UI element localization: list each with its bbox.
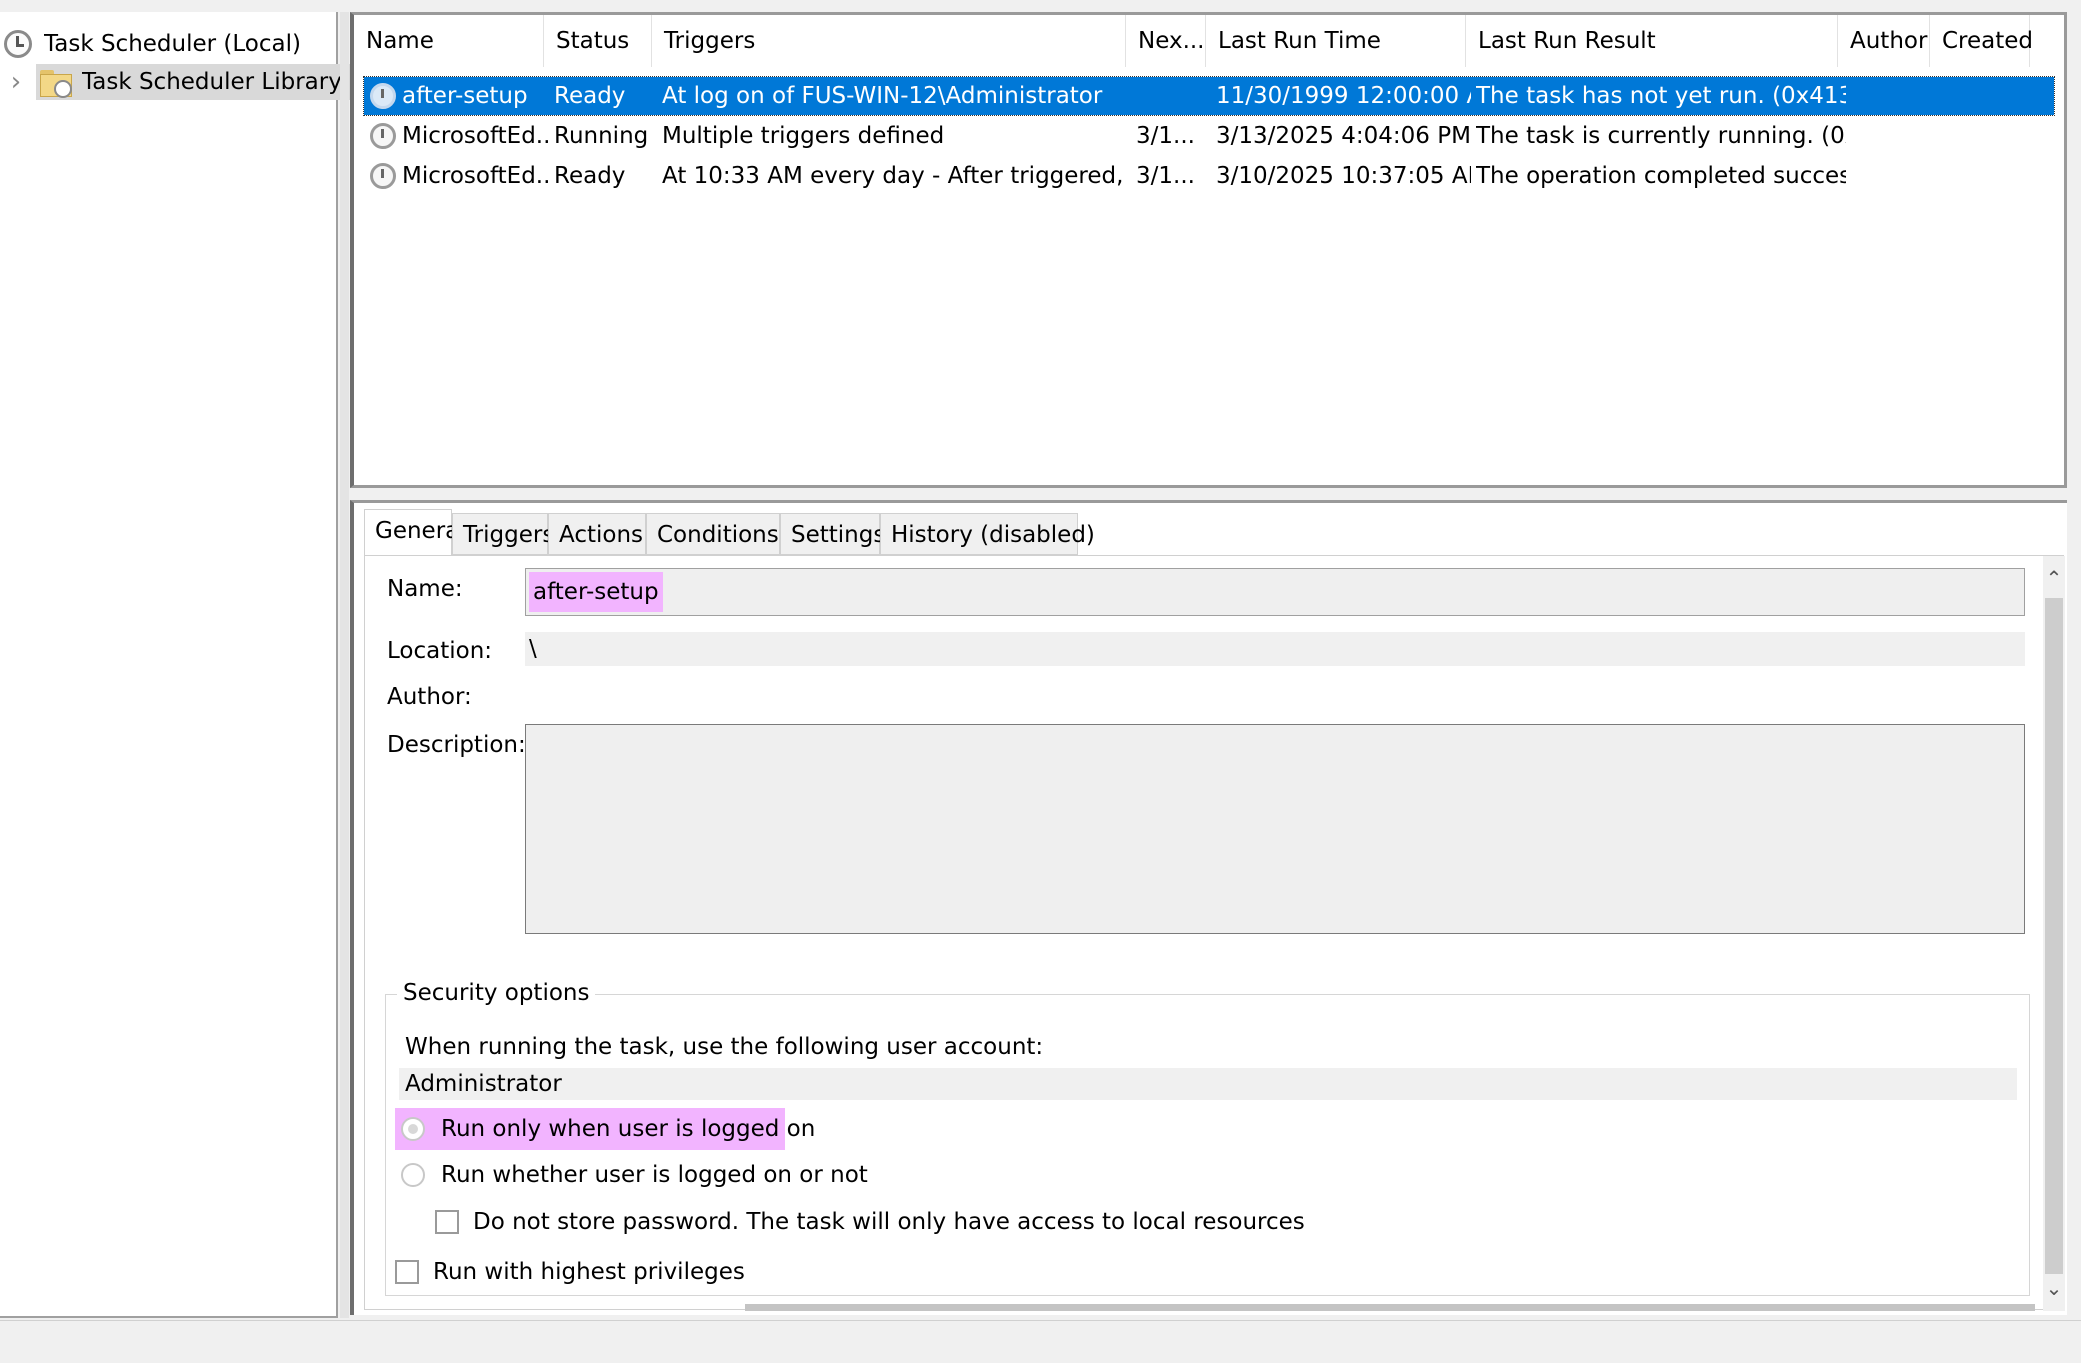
tree-item-label: Task Scheduler Library [82,69,342,95]
radio-button[interactable] [401,1163,425,1187]
column-header-row: Name Status Triggers Nex... Last Run Tim… [354,15,2064,67]
clock-icon [4,30,32,58]
general-tab-pane: Name: after-setup Location: \ Author: De… [364,555,2065,1311]
task-status: Ready [554,83,626,109]
author-label: Author: [387,684,472,710]
task-last-run-time: 3/10/2025 10:37:05 AM [1216,163,1471,189]
task-clock-icon [370,123,396,149]
horizontal-scrollbar-thumb[interactable] [745,1304,2035,1311]
name-label: Name: [387,576,463,602]
task-last-run-time: 3/13/2025 4:04:06 PM [1216,123,1471,149]
column-header-triggers[interactable]: Triggers [652,15,1126,67]
task-name: MicrosoftEd... [402,163,552,189]
task-row[interactable]: MicrosoftEd... Running Multiple triggers… [364,117,2054,155]
user-account-field: Administrator [399,1068,2017,1100]
task-list-view: Name Status Triggers Nex... Last Run Tim… [350,12,2067,488]
task-last-run-time: 11/30/1999 12:00:00 AM [1216,83,1471,109]
name-field-value: after-setup [529,572,663,612]
checkbox-do-not-store-password[interactable]: Do not store password. The task will onl… [435,1201,1335,1243]
radio-run-whether-logged-on[interactable]: Run whether user is logged on or not [395,1154,895,1196]
task-name: MicrosoftEd... [402,123,552,149]
navigation-tree: Task Scheduler (Local) › Task Scheduler … [0,12,350,1318]
scroll-down-icon[interactable]: ⌄ [2045,1278,2063,1298]
vertical-scrollbar-thumb[interactable] [2045,598,2063,1274]
task-clock-icon [370,83,396,109]
task-created [1940,117,2040,155]
checkbox-label: Do not store password. The task will onl… [473,1209,1305,1235]
tab-conditions[interactable]: Conditions [646,513,780,555]
task-name: after-setup [402,83,528,109]
task-details-panel: General Triggers Actions Conditions Sett… [350,500,2067,1315]
checkbox-label: Run with highest privileges [433,1259,745,1285]
task-last-run-result: The task is currently running. (0x... [1476,123,1846,149]
checkbox[interactable] [395,1260,419,1284]
tab-actions[interactable]: Actions [548,513,646,555]
radio-run-only-logged-on[interactable]: Run only when user is logged on [395,1108,815,1150]
radio-label: Run whether user is logged on or not [441,1162,868,1188]
task-triggers: Multiple triggers defined [662,123,945,149]
column-header-author[interactable]: Author [1838,15,1930,67]
column-header-last-run-result[interactable]: Last Run Result [1466,15,1838,67]
user-account-value: Administrator [405,1071,562,1097]
task-status: Ready [554,163,626,189]
task-next-run [1136,77,1212,115]
task-next-run: 3/1... [1136,163,1195,189]
account-prompt: When running the task, use the following… [405,1034,1044,1060]
status-bar [0,1320,2081,1363]
task-created [1940,77,2040,115]
folder-clock-icon [40,68,74,98]
pane-splitter[interactable] [340,12,349,1318]
task-triggers: At log on of FUS-WIN-12\Administrator [662,83,1103,109]
tree-item-task-scheduler-library[interactable]: › Task Scheduler Library [6,62,350,102]
chevron-right-icon[interactable]: › [6,67,26,97]
task-author [1848,77,1936,115]
task-last-run-result: The task has not yet run. (0x41303) [1476,83,1846,109]
task-author [1848,117,1936,155]
task-author [1848,157,1936,195]
checkbox[interactable] [435,1210,459,1234]
column-header-next-run[interactable]: Nex... [1126,15,1206,67]
scroll-up-icon[interactable]: ⌃ [2045,568,2063,588]
tab-triggers[interactable]: Triggers [452,513,554,555]
location-label: Location: [387,638,493,664]
tab-settings[interactable]: Settings [780,513,885,555]
column-header-name[interactable]: Name [354,15,544,67]
task-row[interactable]: after-setup Ready At log on of FUS-WIN-1… [363,76,2055,116]
column-header-created[interactable]: Created [1930,15,2033,67]
security-options-legend: Security options [397,980,596,1006]
location-field: \ [525,632,2025,666]
task-last-run-result: The operation completed succes... [1476,163,1846,189]
location-value: \ [529,636,537,662]
description-label: Description: [387,732,526,758]
task-row[interactable]: MicrosoftEd... Ready At 10:33 AM every d… [364,157,2054,195]
task-created [1940,157,2040,195]
radio-button-selected[interactable] [401,1117,425,1141]
task-status: Running [554,123,649,149]
radio-label: Run only when user is logged on [441,1116,816,1142]
task-triggers: At 10:33 AM every day - After triggered,… [662,163,1128,189]
tab-history[interactable]: History (disabled) [880,513,1095,555]
description-field[interactable] [525,724,2025,934]
tree-item-selected-bg: Task Scheduler Library [36,64,350,100]
task-next-run: 3/1... [1136,123,1195,149]
task-clock-icon [370,163,396,189]
column-header-last-run-time[interactable]: Last Run Time [1206,15,1466,67]
checkbox-highest-privileges[interactable]: Run with highest privileges [395,1251,895,1293]
column-header-status[interactable]: Status [544,15,652,67]
tab-general[interactable]: General [364,509,466,557]
name-field[interactable]: after-setup [525,568,2025,616]
tree-item-task-scheduler-local[interactable]: Task Scheduler (Local) [4,24,301,64]
tree-item-label: Task Scheduler (Local) [44,31,301,57]
